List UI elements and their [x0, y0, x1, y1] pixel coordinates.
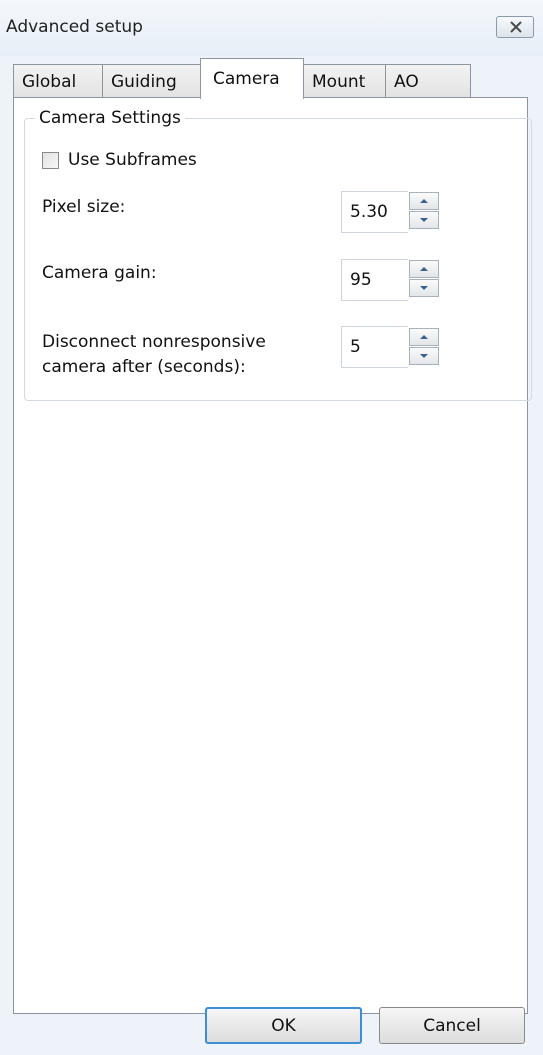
arrow-up-icon — [420, 335, 428, 339]
camera-gain-input[interactable]: 95 — [341, 259, 408, 301]
tab-label: AO — [394, 71, 419, 92]
use-subframes-checkbox[interactable] — [42, 152, 59, 169]
pixel-size-value: 5.30 — [350, 202, 388, 222]
camera-gain-label: Camera gain: — [42, 263, 157, 283]
use-subframes-label[interactable]: Use Subframes — [68, 150, 197, 170]
cancel-button[interactable]: Cancel — [379, 1007, 525, 1044]
tab-camera[interactable]: Camera — [200, 58, 304, 99]
pixel-size-increment-button[interactable] — [409, 192, 439, 210]
tab-label: Mount — [312, 71, 366, 92]
pixel-size-label: Pixel size: — [42, 197, 126, 217]
disconnect-timeout-input[interactable]: 5 — [341, 326, 408, 368]
close-button[interactable] — [496, 16, 534, 38]
disconnect-timeout-spinner — [409, 328, 439, 366]
disconnect-timeout-value: 5 — [350, 337, 361, 357]
camera-gain-decrement-button[interactable] — [409, 279, 439, 297]
arrow-down-icon — [420, 218, 428, 222]
disconnect-label-line1: Disconnect nonresponsive — [42, 332, 266, 352]
tab-label: Guiding — [111, 71, 177, 92]
pixel-size-decrement-button[interactable] — [409, 211, 439, 229]
arrow-up-icon — [420, 199, 428, 203]
tab-label: Camera — [213, 69, 280, 89]
disconnect-label-line2: camera after (seconds): — [42, 357, 246, 377]
camera-gain-increment-button[interactable] — [409, 260, 439, 278]
arrow-down-icon — [420, 286, 428, 290]
ok-button-label: OK — [271, 1015, 296, 1036]
group-title: Camera Settings — [35, 108, 185, 128]
pixel-size-spinner — [409, 192, 439, 230]
pixel-size-input[interactable]: 5.30 — [341, 191, 408, 233]
arrow-down-icon — [420, 354, 428, 358]
tab-global[interactable]: Global — [13, 64, 103, 98]
tab-label: Global — [22, 71, 77, 92]
camera-gain-spinner — [409, 260, 439, 298]
ok-button[interactable]: OK — [205, 1007, 362, 1044]
tab-mount[interactable]: Mount — [303, 64, 386, 98]
title-bar: Advanced setup — [0, 0, 543, 56]
camera-gain-value: 95 — [350, 270, 372, 290]
cancel-button-label: Cancel — [423, 1015, 481, 1036]
tab-ao[interactable]: AO — [385, 64, 471, 98]
disconnect-timeout-decrement-button[interactable] — [409, 347, 439, 365]
window-title: Advanced setup — [6, 17, 143, 37]
disconnect-timeout-increment-button[interactable] — [409, 328, 439, 346]
close-icon — [510, 21, 522, 33]
arrow-up-icon — [420, 267, 428, 271]
tab-guiding[interactable]: Guiding — [102, 64, 201, 98]
